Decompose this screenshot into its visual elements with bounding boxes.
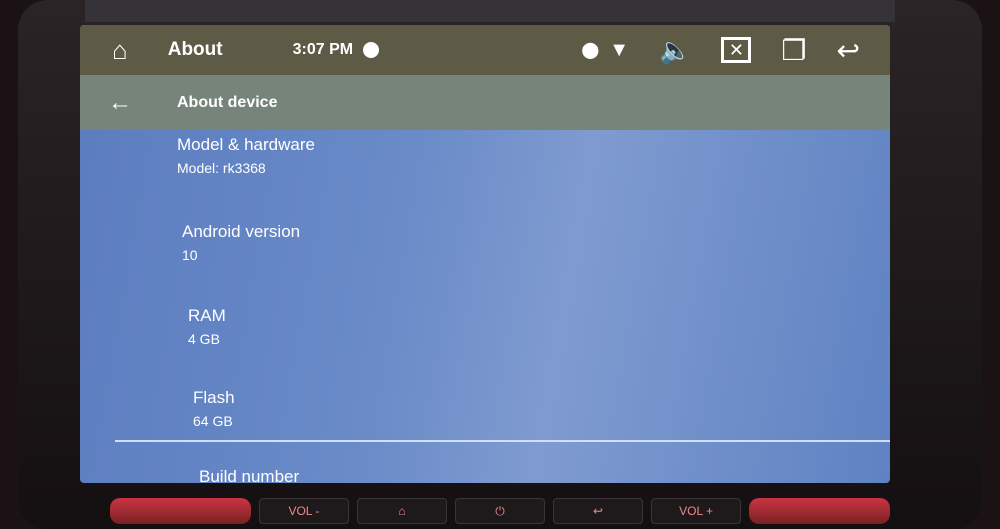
vol-down-button[interactable]: VOL - xyxy=(258,498,349,524)
toolbar: ← About device xyxy=(80,75,890,130)
page-title: About device xyxy=(177,93,278,111)
item-label: Flash xyxy=(193,388,235,407)
list-item-ram[interactable]: RAM 4 GB xyxy=(188,306,226,347)
item-label: Android version xyxy=(182,222,301,241)
item-value: Model: rk3368 xyxy=(177,160,266,176)
item-value: 64 GB xyxy=(193,413,233,429)
status-bar: ⌂ About 3:07 PM ⬤ ▼ 🔈 ✕ ❐ ↩ xyxy=(80,25,890,75)
item-label: RAM xyxy=(188,306,226,325)
close-app-icon[interactable]: ✕ xyxy=(721,37,752,63)
arrow-left-icon[interactable]: ← xyxy=(108,89,132,117)
wifi-icon: ▼ xyxy=(609,38,630,61)
recent-apps-icon[interactable]: ❐ xyxy=(781,34,806,67)
divider xyxy=(115,440,890,442)
trim-left xyxy=(110,498,251,524)
app-title: About xyxy=(167,39,223,60)
list-item-model[interactable]: Model & hardware Model: rk3368 xyxy=(177,135,315,176)
hardware-buttons: VOL - ⌂ ⏻ ↩ VOL + xyxy=(110,498,890,524)
item-value: 10 xyxy=(182,247,198,263)
screen: ⌂ About 3:07 PM ⬤ ▼ 🔈 ✕ ❐ ↩ ← About devi… xyxy=(80,25,890,483)
volume-icon[interactable]: 🔈 xyxy=(659,35,691,66)
list-item-build-number[interactable]: Build number xyxy=(199,467,299,483)
home-button[interactable]: ⌂ xyxy=(356,498,447,524)
notification-dot-icon xyxy=(363,42,380,58)
list-item-flash[interactable]: Flash 64 GB xyxy=(193,388,235,429)
back-icon[interactable]: ↩ xyxy=(837,34,860,67)
item-label: Build number xyxy=(199,467,300,483)
trim-right xyxy=(749,498,890,524)
vol-up-button[interactable]: VOL + xyxy=(651,498,742,524)
back-button[interactable]: ↩ xyxy=(553,498,644,524)
reflection xyxy=(85,0,895,22)
item-label: Model & hardware xyxy=(177,135,315,154)
clock: 3:07 PM xyxy=(292,41,354,58)
list-item-android-version[interactable]: Android version 10 xyxy=(182,222,300,263)
location-icon: ⬤ xyxy=(581,42,600,59)
power-button[interactable]: ⏻ xyxy=(454,498,546,524)
item-value: 4 GB xyxy=(188,331,220,347)
home-icon[interactable]: ⌂ xyxy=(112,35,128,66)
